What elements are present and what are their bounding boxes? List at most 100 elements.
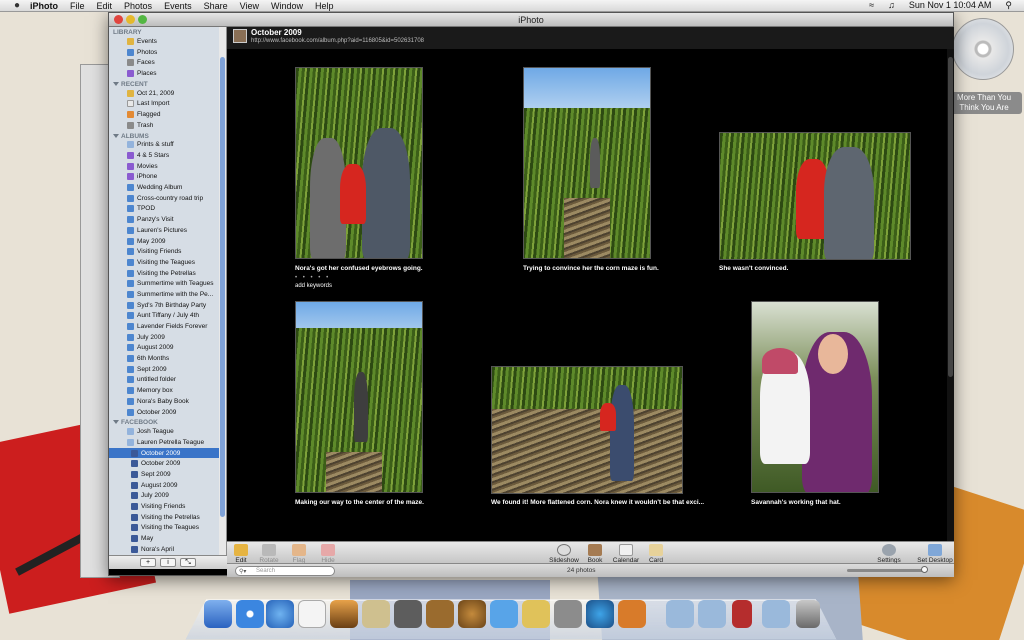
folder-icon[interactable]: [666, 600, 694, 628]
sidebar-item-album[interactable]: July 2009: [109, 332, 226, 343]
cd-disc-icon[interactable]: [952, 18, 1014, 80]
finder-icon[interactable]: [204, 600, 232, 628]
sidebar-item-album[interactable]: iPhone: [109, 172, 226, 183]
photo-caption[interactable]: We found it! More flattened corn. Nora k…: [491, 499, 704, 506]
sidebar-item-trash[interactable]: Trash: [109, 120, 226, 131]
rotate-button[interactable]: Rotate: [253, 544, 285, 564]
sidebar-item-facebook-album[interactable]: October 2009: [109, 458, 226, 469]
sidebar-item-album[interactable]: Memory box: [109, 385, 226, 396]
zoom-button[interactable]: [138, 15, 147, 24]
sidebar-item-faces[interactable]: Faces: [109, 57, 226, 68]
photo-thumbnail[interactable]: [295, 301, 423, 493]
sidebar-item-album[interactable]: August 2009: [109, 343, 226, 354]
sidebar-item-album[interactable]: Aunt Tiffany / July 4th: [109, 311, 226, 322]
menu-help[interactable]: Help: [309, 1, 340, 11]
app-icon[interactable]: [522, 600, 550, 628]
sidebar-item-album[interactable]: Nora's Baby Book: [109, 396, 226, 407]
sidebar-item-facebook-album[interactable]: Sept 2009: [109, 469, 226, 480]
sidebar-item-oct21[interactable]: Oct 21, 2009: [109, 88, 226, 99]
volume-icon[interactable]: ♫: [882, 0, 901, 11]
close-button[interactable]: [114, 15, 123, 24]
sidebar-item-josh-teague[interactable]: Josh Teague: [109, 426, 226, 437]
iphoto-dock-icon[interactable]: [330, 600, 358, 628]
photo-caption[interactable]: Making our way to the center of the maze…: [295, 499, 424, 506]
sidebar-item-album[interactable]: untitled folder: [109, 375, 226, 386]
apple-menu-icon[interactable]: ●: [8, 0, 20, 11]
sidebar-item-album[interactable]: Panzy's Visit: [109, 214, 226, 225]
slideshow-button[interactable]: Slideshow: [548, 544, 580, 564]
sidebar-item-facebook-album[interactable]: August 2009: [109, 480, 226, 491]
safari-icon[interactable]: [236, 600, 264, 628]
disclosure-triangle-icon[interactable]: [113, 81, 119, 86]
menu-edit[interactable]: Edit: [91, 1, 119, 11]
sidebar-item-album[interactable]: May 2009: [109, 236, 226, 247]
photo-caption[interactable]: Trying to convince her the corn maze is …: [523, 265, 659, 272]
clock[interactable]: Sun Nov 1 10:04 AM: [903, 0, 998, 11]
photo-caption[interactable]: Nora's got her confused eyebrows going.: [295, 265, 423, 272]
sidebar-item-album[interactable]: Visiting the Teagues: [109, 257, 226, 268]
content-scrollbar[interactable]: [947, 49, 954, 541]
set-desktop-button[interactable]: Set Desktop: [915, 544, 955, 564]
sidebar-item-album[interactable]: 6th Months: [109, 353, 226, 364]
spotlight-icon[interactable]: ⚲: [999, 0, 1018, 11]
sidebar-item-album[interactable]: Lavender Fields Forever: [109, 321, 226, 332]
photo-caption[interactable]: She wasn't convinced.: [719, 265, 788, 272]
acorn-icon[interactable]: [458, 600, 486, 628]
sidebar-item-album[interactable]: Prints & stuff: [109, 140, 226, 151]
hide-button[interactable]: Hide: [312, 544, 344, 564]
itunes-icon[interactable]: [266, 600, 294, 628]
sidebar-item-album[interactable]: Cross-country road trip: [109, 193, 226, 204]
sidebar-item-album[interactable]: TPOD: [109, 204, 226, 215]
scrollbar-thumb[interactable]: [220, 57, 225, 517]
calendar-button[interactable]: Calendar: [610, 544, 642, 564]
menu-share[interactable]: Share: [198, 1, 234, 11]
flag-button[interactable]: Flag: [283, 544, 315, 564]
sidebar-item-facebook-album[interactable]: July 2009: [109, 491, 226, 502]
sidebar-item-album[interactable]: Summertime with the Pe...: [109, 289, 226, 300]
address-book-icon[interactable]: [362, 600, 390, 628]
sidebar-item-places[interactable]: Places: [109, 68, 226, 79]
sidebar-item-flagged[interactable]: Flagged: [109, 109, 226, 120]
settings-button[interactable]: Settings: [873, 544, 905, 564]
sidebar-item-album[interactable]: Summertime with Teagues: [109, 278, 226, 289]
photo-caption[interactable]: Savannah's working that hat.: [751, 499, 841, 506]
menu-events[interactable]: Events: [158, 1, 198, 11]
album-url[interactable]: http://www.facebook.com/album.php?aid=11…: [251, 38, 424, 44]
photo-thumbnail[interactable]: [523, 67, 651, 259]
sidebar-item-album[interactable]: October 2009: [109, 407, 226, 418]
keywords-field[interactable]: add keywords: [295, 283, 332, 289]
menu-view[interactable]: View: [234, 1, 265, 11]
book-button[interactable]: Book: [579, 544, 611, 564]
add-button[interactable]: +: [140, 558, 156, 567]
disclosure-triangle-icon[interactable]: [113, 133, 119, 138]
card-button[interactable]: Card: [640, 544, 672, 564]
menu-app-iphoto[interactable]: iPhoto: [24, 1, 64, 11]
sidebar-item-album[interactable]: Visiting Friends: [109, 246, 226, 257]
menu-photos[interactable]: Photos: [118, 1, 158, 11]
menu-window[interactable]: Window: [265, 1, 309, 11]
photo-thumbnail[interactable]: [719, 132, 911, 260]
star-rating[interactable]: • • • • •: [295, 275, 330, 281]
applications-folder-icon[interactable]: [698, 600, 726, 628]
system-preferences-icon[interactable]: [554, 600, 582, 628]
disclosure-triangle-icon[interactable]: [113, 420, 119, 425]
window-titlebar[interactable]: iPhoto: [109, 13, 953, 27]
trash-icon[interactable]: [796, 600, 820, 628]
time-machine-icon[interactable]: [586, 600, 614, 628]
sidebar-item-facebook-album[interactable]: October 2009: [109, 447, 226, 459]
sidebar-item-photos[interactable]: Photos: [109, 47, 226, 58]
photo-thumbnail[interactable]: [491, 366, 683, 494]
iweb-icon[interactable]: [426, 600, 454, 628]
ichat-icon[interactable]: [490, 600, 518, 628]
sidebar-item-facebook-album[interactable]: May: [109, 533, 226, 544]
sidebar-item-album[interactable]: Wedding Album: [109, 182, 226, 193]
sidebar-item-album[interactable]: 4 & 5 Stars: [109, 150, 226, 161]
wifi-icon[interactable]: ≈: [863, 0, 880, 11]
sidebar-item-last-import[interactable]: Last Import: [109, 98, 226, 109]
minimize-button[interactable]: [126, 15, 135, 24]
downloads-folder-icon[interactable]: [762, 600, 790, 628]
sidebar-item-facebook-album[interactable]: Visiting the Teagues: [109, 523, 226, 534]
zoom-slider[interactable]: [847, 566, 928, 573]
sidebar-item-events[interactable]: Events: [109, 36, 226, 47]
imovie-icon[interactable]: [394, 600, 422, 628]
